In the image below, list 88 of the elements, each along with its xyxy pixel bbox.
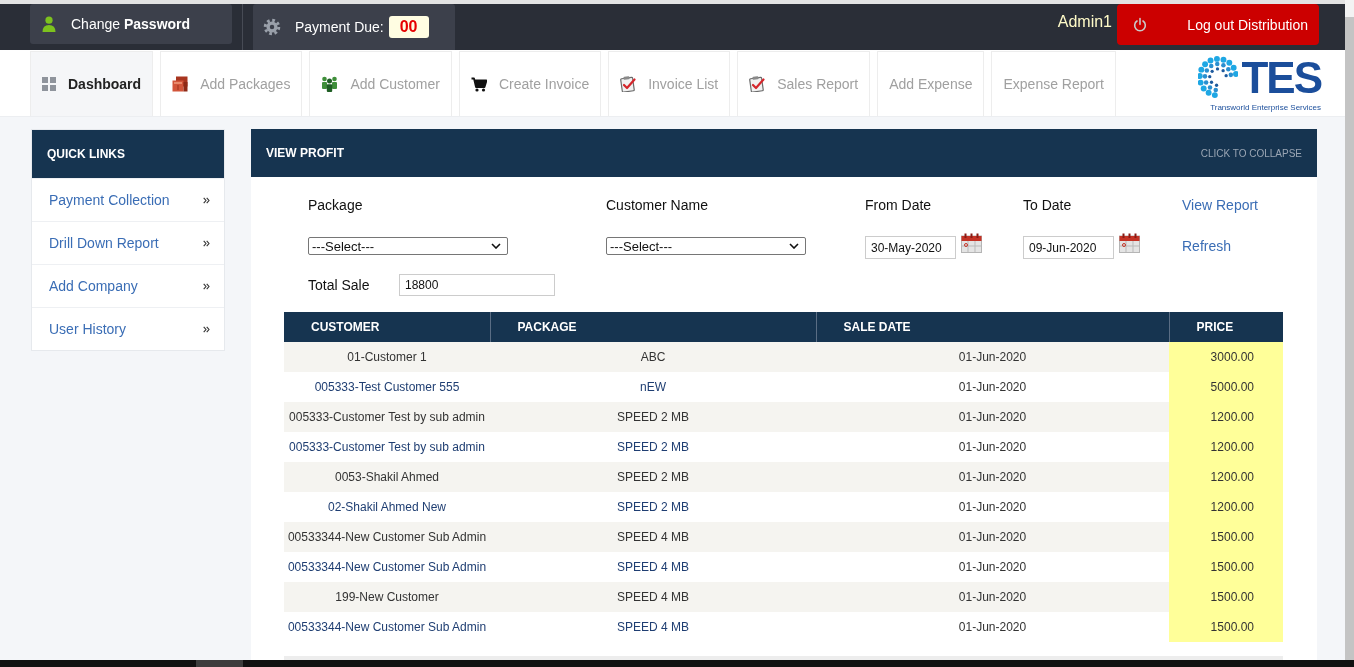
customer-name-label: Customer Name (606, 197, 709, 213)
table-cell: 1200.00 (1169, 402, 1283, 432)
table-cell: SPEED 4 MB (490, 522, 816, 552)
double-chevron-icon (203, 282, 210, 290)
double-chevron-icon (203, 325, 210, 333)
taskbar-item[interactable] (196, 660, 243, 667)
package-select[interactable]: ---Select--- (308, 237, 508, 255)
quick-link[interactable]: Payment Collection (32, 178, 224, 221)
boxes-icon (172, 76, 189, 92)
table-cell: 1500.00 (1169, 612, 1283, 642)
quick-link[interactable]: User History (32, 307, 224, 350)
column-header[interactable]: PRICE (1169, 312, 1283, 342)
view-report-link[interactable]: View Report (1182, 197, 1258, 213)
table-cell: SPEED 2 MB (490, 402, 816, 432)
table-cell: 0053-Shakil Ahmed (284, 462, 490, 492)
double-chevron-icon (203, 196, 210, 204)
table-cell: 1500.00 (1169, 582, 1283, 612)
table-cell: SPEED 4 MB (490, 552, 816, 582)
logout-button[interactable]: Log out Distribution (1117, 4, 1319, 45)
table-cell: 005333-Customer Test by sub admin (284, 432, 490, 462)
refresh-link[interactable]: Refresh (1182, 238, 1232, 254)
view-profit-title: VIEW PROFIT (266, 146, 344, 160)
nav-tab[interactable]: Dashboard (30, 51, 154, 116)
table-cell: nEW (490, 372, 816, 402)
table-cell: 00533344-New Customer Sub Admin (284, 522, 490, 552)
total-sale-field[interactable]: 18800 (399, 274, 555, 296)
table-cell: 01-Jun-2020 (816, 462, 1169, 492)
logo-dots-icon (1198, 54, 1239, 101)
from-date-field[interactable]: 30-May-2020 (865, 236, 956, 259)
table-cell: 005333-Customer Test by sub admin (284, 402, 490, 432)
clipboard-check-icon (749, 76, 766, 92)
payment-due-label: Payment Due: (295, 19, 384, 35)
table-cell: 01-Jun-2020 (816, 432, 1169, 462)
to-date-label: To Date (1023, 197, 1073, 213)
table-cell: 01-Jun-2020 (816, 552, 1169, 582)
quick-link[interactable]: Add Company (32, 264, 224, 307)
power-icon (1132, 16, 1148, 33)
caret-icon (491, 243, 501, 249)
table-cell: 1500.00 (1169, 522, 1283, 552)
calendar-icon (961, 233, 982, 253)
change-password-button[interactable]: Change Password (30, 4, 232, 44)
table-cell: SPEED 2 MB (490, 492, 816, 522)
table-cell: 01-Jun-2020 (816, 582, 1169, 612)
table-cell: 01-Jun-2020 (816, 342, 1169, 372)
table-cell: 005333-Test Customer 555 (284, 372, 490, 402)
table-cell: 1200.00 (1169, 432, 1283, 462)
table-cell: SPEED 4 MB (490, 582, 816, 612)
column-header[interactable]: PACKAGE (490, 312, 816, 342)
table-cell: 1200.00 (1169, 492, 1283, 522)
caret-icon (789, 243, 799, 249)
table-cell: 01-Jun-2020 (816, 402, 1169, 432)
table-cell: 01-Customer 1 (284, 342, 490, 372)
table-cell: 5000.00 (1169, 372, 1283, 402)
table-cell: 02-Shakil Ahmed New (284, 492, 490, 522)
table-cell: SPEED 2 MB (490, 432, 816, 462)
logo-tagline: Transworld Enterprise Services (1210, 102, 1321, 112)
calendar-icon (1119, 233, 1140, 253)
quick-link[interactable]: Drill Down Report (32, 221, 224, 264)
user-icon (42, 16, 56, 32)
quick-links-title: QUICK LINKS (47, 147, 125, 161)
package-label: Package (308, 197, 364, 213)
people-icon (321, 76, 339, 92)
from-date-label: From Date (865, 197, 933, 213)
column-header[interactable]: CUSTOMER (284, 312, 490, 342)
table-cell: 1500.00 (1169, 552, 1283, 582)
double-chevron-icon (203, 239, 210, 247)
column-header[interactable]: SALE DATE (816, 312, 1169, 342)
to-date-field[interactable]: 09-Jun-2020 (1023, 236, 1114, 259)
cart-icon (470, 76, 487, 92)
table-cell: ABC (490, 342, 816, 372)
table-cell: 1200.00 (1169, 462, 1283, 492)
gear-icon (263, 18, 281, 36)
collapse-link[interactable]: CLICK TO COLLAPSE (1200, 147, 1302, 159)
table-cell: 01-Jun-2020 (816, 522, 1169, 552)
table-cell: 01-Jun-2020 (816, 612, 1169, 642)
table-cell: 00533344-New Customer Sub Admin (284, 552, 490, 582)
logo-text: TES (1241, 54, 1321, 101)
table-cell: 01-Jun-2020 (816, 492, 1169, 522)
table-cell: 3000.00 (1169, 342, 1283, 372)
customer-name-select[interactable]: ---Select--- (606, 237, 806, 255)
payment-due-count: 00 (388, 16, 429, 38)
grid-icon (42, 77, 56, 91)
table-cell: 01-Jun-2020 (816, 372, 1169, 402)
table-cell: SPEED 2 MB (490, 462, 816, 492)
total-sale-label: Total Sale (308, 277, 371, 293)
clipboard-check-icon (620, 76, 637, 92)
table-cell: 199-New Customer (284, 582, 490, 612)
user-name: Admin1 (1057, 13, 1112, 31)
